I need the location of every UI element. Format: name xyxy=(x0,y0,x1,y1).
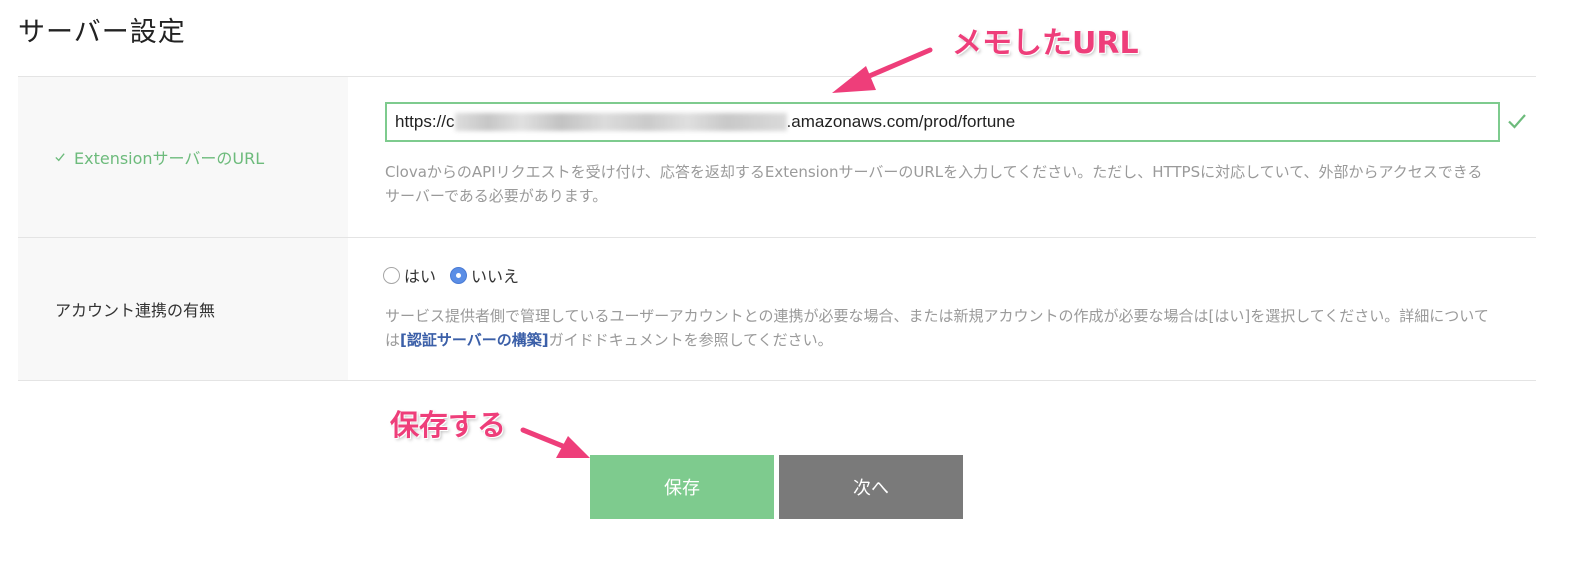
radio-no[interactable] xyxy=(450,266,468,284)
account-link-help: サービス提供者側で管理しているユーザーアカウントとの連携が必要な場合、または新規… xyxy=(385,304,1495,352)
auth-server-guide-link[interactable]: [認証サーバーの構築] xyxy=(400,331,549,349)
radio-no-label[interactable]: いいえ xyxy=(471,263,519,287)
account-link-label: アカウント連携の有無 xyxy=(18,238,348,380)
save-button[interactable]: 保存 xyxy=(590,455,774,519)
extension-url-label-text: ExtensionサーバーのURL xyxy=(74,149,265,168)
annotation-url-note: メモしたURL xyxy=(952,26,1139,61)
server-settings-page: サーバー設定 ExtensionサーバーのURL アカウント連携の有無 http… xyxy=(0,0,1572,566)
url-redacted-blur xyxy=(454,113,787,131)
extension-url-label: ExtensionサーバーのURL xyxy=(18,77,348,237)
extension-url-help: ClovaからのAPIリクエストを受け付け、応答を返却するExtensionサー… xyxy=(385,163,1483,205)
arrow-to-save-icon xyxy=(520,427,590,458)
radio-yes-label[interactable]: はい xyxy=(404,263,436,287)
radio-yes[interactable] xyxy=(383,266,400,284)
account-link-radio-group: はい いいえ xyxy=(383,263,533,287)
next-button[interactable]: 次へ xyxy=(779,455,963,519)
page-title: サーバー設定 xyxy=(18,17,186,48)
account-link-label-text: アカウント連携の有無 xyxy=(55,301,216,320)
url-suffix-text: .amazonaws.com/prod/fortune xyxy=(786,112,1016,131)
extension-url-content xyxy=(348,77,1536,237)
extension-url-input[interactable]: https://c .amazonaws.com/prod/fortune xyxy=(385,102,1500,142)
check-icon xyxy=(1508,114,1526,129)
check-icon xyxy=(55,153,65,162)
annotation-save-note: 保存する xyxy=(390,408,507,442)
url-prefix-text: https://c xyxy=(395,112,455,131)
account-help-after: ガイドドキュメントを参照してください。 xyxy=(548,331,833,349)
